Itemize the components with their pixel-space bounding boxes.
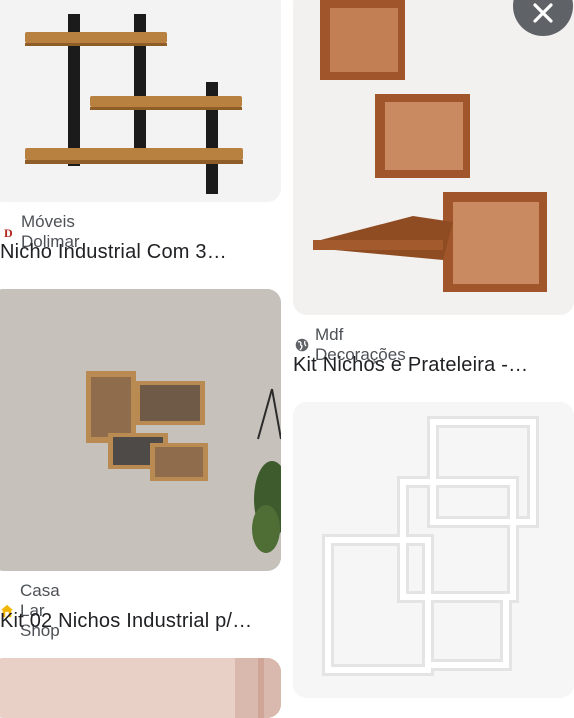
shelf-image-1 bbox=[0, 0, 281, 202]
shelf-image-5 bbox=[0, 658, 281, 718]
result-image-2[interactable] bbox=[293, 0, 574, 315]
result-title-2[interactable]: Kit Nichos e Prateleira -… bbox=[293, 354, 528, 377]
result-image-4[interactable] bbox=[293, 402, 574, 698]
svg-text:D: D bbox=[4, 226, 13, 238]
result-image-3[interactable] bbox=[0, 289, 281, 571]
globe-icon bbox=[295, 338, 309, 352]
shelf-image-4 bbox=[293, 402, 574, 698]
dolimar-logo-icon: D bbox=[3, 225, 15, 239]
result-title-1[interactable]: Nicho Industrial Com 3… bbox=[0, 241, 227, 264]
close-icon bbox=[533, 3, 553, 23]
shelf-image-2 bbox=[293, 0, 574, 315]
shelf-image-3 bbox=[0, 289, 281, 571]
result-image-5[interactable] bbox=[0, 658, 281, 718]
result-title-3[interactable]: Kit 02 Nichos Industrial p/… bbox=[0, 610, 252, 633]
result-image-1[interactable] bbox=[0, 0, 281, 202]
